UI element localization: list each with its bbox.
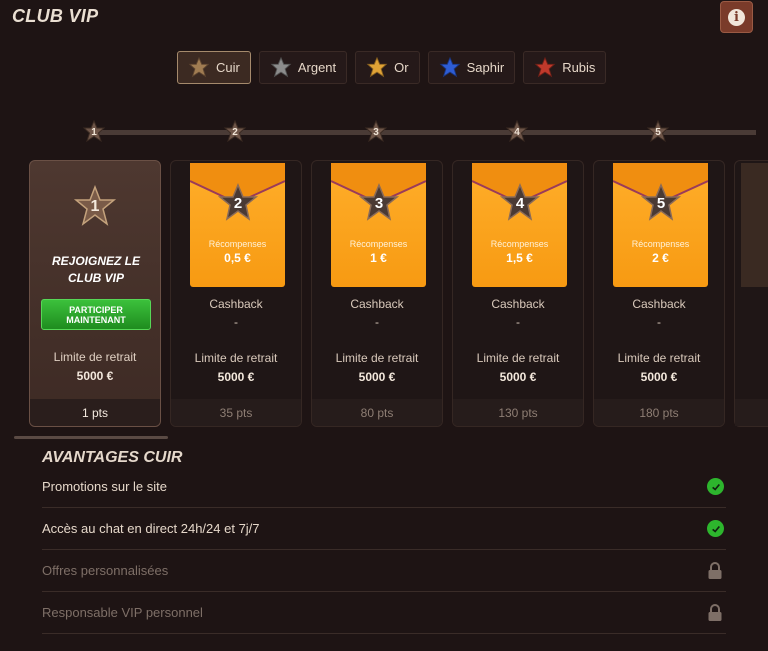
tab-or[interactable]: Or	[355, 51, 420, 84]
track-level: 1	[91, 126, 97, 138]
reward-envelope: 4 Récompenses 1,5 €	[472, 163, 567, 287]
star-icon	[439, 56, 460, 77]
reward-envelope: 3 Récompenses 1 €	[331, 163, 426, 287]
limit-label: Limite de retrait	[335, 351, 419, 365]
track-level: 5	[655, 126, 661, 138]
level-card-3[interactable]: 3 Récompenses 1 € Cashback - Limite de r…	[311, 160, 443, 427]
track-level: 4	[514, 126, 520, 138]
level-badge: 4	[499, 183, 541, 223]
cashback-label: Cashback	[350, 297, 404, 311]
info-icon: i	[728, 8, 745, 26]
points-label: 80 pts	[312, 399, 442, 426]
level-card-4[interactable]: 4 Récompenses 1,5 € Cashback - Limite de…	[452, 160, 584, 427]
carousel-scrollbar[interactable]	[14, 436, 168, 439]
level-number: 1	[90, 198, 100, 215]
tab-label: Rubis	[562, 60, 596, 75]
tab-label: Saphir	[466, 60, 505, 75]
advantages-title: AVANTAGES CUIR	[42, 449, 183, 466]
limit-label: Limite de retrait	[617, 351, 701, 365]
advantage-item: Promotions sur le site	[42, 466, 726, 508]
rewards-label: Récompenses	[490, 239, 549, 249]
advantage-label: Responsable VIP personnel	[42, 605, 203, 620]
cashback-value: -	[375, 315, 379, 329]
tab-cuir[interactable]: Cuir	[177, 51, 251, 84]
cashback-value: -	[234, 315, 238, 329]
rewards-label: Récompenses	[208, 239, 267, 249]
level-card-partial[interactable]	[734, 160, 768, 427]
advantage-item: Accès au chat en direct 24h/24 et 7j/7	[42, 508, 726, 550]
track-level: 2	[232, 126, 238, 138]
tab-saphir[interactable]: Saphir	[427, 51, 516, 84]
star-icon	[270, 56, 292, 77]
lock-icon	[708, 603, 722, 621]
points-label: 35 pts	[171, 399, 301, 426]
limit-label: Limite de retrait	[476, 351, 560, 365]
level-badge: 5	[640, 183, 682, 223]
reward-envelope	[741, 163, 768, 287]
track-star-5: 5	[646, 119, 670, 144]
track-star-4: 4	[505, 119, 529, 144]
points-label: 180 pts	[594, 399, 724, 426]
level-number: 3	[374, 194, 384, 212]
cashback-label: Cashback	[491, 297, 545, 311]
star-icon	[366, 56, 388, 77]
level-number: 4	[515, 194, 525, 212]
level-number: 2	[233, 194, 243, 212]
tab-argent[interactable]: Argent	[258, 51, 348, 84]
page-title: CLUB VIP	[12, 6, 99, 26]
level-badge: 3	[358, 183, 400, 223]
reward-envelope: 2 Récompenses 0,5 €	[190, 163, 285, 287]
reward-amount: 1,5 €	[506, 251, 533, 265]
lock-icon	[708, 561, 722, 579]
level-card-2[interactable]: 2 Récompenses 0,5 € Cashback - Limite de…	[170, 160, 302, 427]
track-star-2: 2	[223, 119, 247, 144]
track-star-1: 1	[82, 119, 106, 144]
advantages-list: Promotions sur le site Accès au chat en …	[42, 466, 726, 634]
star-icon	[534, 56, 556, 77]
cashback-label: Cashback	[632, 297, 686, 311]
reward-amount: 2 €	[652, 251, 669, 265]
track-level: 3	[373, 126, 379, 138]
check-icon	[707, 520, 724, 537]
limit-label: Limite de retrait	[194, 351, 278, 365]
limit-label: Limite de retrait	[53, 350, 137, 364]
limit-value: 5000 €	[499, 370, 537, 384]
track-star-3: 3	[364, 119, 388, 144]
cashback-value: -	[516, 315, 520, 329]
advantage-label: Accès au chat en direct 24h/24 et 7j/7	[42, 521, 260, 536]
tab-label: Cuir	[216, 60, 240, 75]
reward-amount: 1 €	[370, 251, 387, 265]
tab-rubis[interactable]: Rubis	[523, 51, 607, 84]
advantage-item: Offres personnalisées	[42, 550, 726, 592]
star-icon	[188, 56, 210, 77]
level-badge: 2	[217, 183, 259, 223]
rewards-label: Récompenses	[349, 239, 408, 249]
level-card-join: 1 REJOIGNEZ LE CLUB VIP PARTICIPER MAINT…	[29, 160, 161, 427]
limit-value: 5000 €	[217, 370, 255, 384]
info-button[interactable]: i	[720, 1, 753, 33]
limit-value: 5000 €	[358, 370, 396, 384]
join-now-button[interactable]: PARTICIPER MAINTENANT	[41, 299, 151, 330]
points-label: 1 pts	[30, 399, 160, 426]
tier-tabs: Cuir Argent Or Saphir Rubis	[177, 51, 607, 84]
level-number: 5	[656, 194, 666, 212]
tab-label: Or	[394, 60, 409, 75]
points-label: 130 pts	[453, 399, 583, 426]
reward-amount: 0,5 €	[224, 251, 251, 265]
check-icon	[707, 478, 724, 495]
level-badge: 1	[73, 184, 117, 229]
rewards-label: Récompenses	[631, 239, 690, 249]
join-title: REJOIGNEZ LE CLUB VIP	[51, 254, 140, 285]
advantage-label: Promotions sur le site	[42, 479, 167, 494]
limit-value: 5000 €	[640, 370, 678, 384]
limit-value: 5000 €	[76, 369, 114, 383]
cashback-value: -	[657, 315, 661, 329]
advantage-label: Offres personnalisées	[42, 563, 169, 578]
cashback-label: Cashback	[209, 297, 263, 311]
card-footer	[735, 399, 768, 426]
advantage-item: Responsable VIP personnel	[42, 592, 726, 634]
level-card-5[interactable]: 5 Récompenses 2 € Cashback - Limite de r…	[593, 160, 725, 427]
reward-envelope: 5 Récompenses 2 €	[613, 163, 708, 287]
tab-label: Argent	[297, 60, 337, 75]
